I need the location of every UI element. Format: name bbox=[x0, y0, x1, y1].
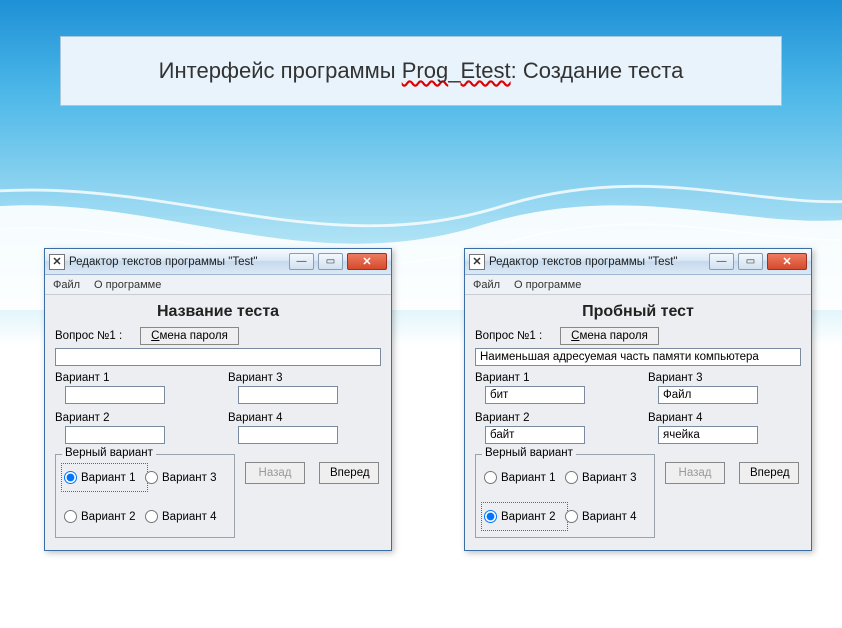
test-title: Название теста bbox=[55, 303, 381, 321]
change-password-button[interactable]: Смена пароля bbox=[560, 327, 659, 345]
menu-about[interactable]: О программе bbox=[514, 279, 581, 291]
minimize-button[interactable]: — bbox=[289, 253, 314, 270]
change-password-button[interactable]: Смена пароля bbox=[140, 327, 239, 345]
correct-variant-radio[interactable]: Вариант 1 bbox=[484, 465, 565, 490]
variant-input[interactable] bbox=[238, 426, 338, 444]
minimize-button[interactable]: — bbox=[709, 253, 734, 270]
client-area: Название теста Вопрос №1 : Смена пароля Ва… bbox=[45, 295, 391, 550]
radio-label: Вариант 1 bbox=[81, 472, 136, 484]
radio-label: Вариант 3 bbox=[162, 472, 217, 484]
variant-label: Вариант 4 bbox=[228, 412, 381, 424]
variant-label: Вариант 2 bbox=[475, 412, 628, 424]
variant-input[interactable] bbox=[485, 426, 585, 444]
menu-file[interactable]: Файл bbox=[53, 279, 80, 291]
group-legend: Верный вариант bbox=[62, 447, 156, 459]
slide-title-banner: Интерфейс программы Prog_Etest: Создание… bbox=[60, 36, 782, 106]
editor-window: ✕ Редактор текстов программы "Test" — ▭ … bbox=[44, 248, 392, 551]
correct-variant-radio[interactable]: Вариант 2 bbox=[64, 504, 145, 529]
titlebar[interactable]: ✕ Редактор текстов программы "Test" — ▭ … bbox=[45, 249, 391, 275]
variant-label: Вариант 1 bbox=[475, 372, 628, 384]
menu-about[interactable]: О программе bbox=[94, 279, 161, 291]
radio-label: Вариант 3 bbox=[582, 472, 637, 484]
forward-button[interactable]: Вперед bbox=[739, 462, 799, 484]
variant-label: Вариант 4 bbox=[648, 412, 801, 424]
variant-input[interactable] bbox=[658, 386, 758, 404]
correct-variant-radio[interactable]: Вариант 3 bbox=[565, 465, 646, 490]
window-title: Редактор текстов программы "Test" bbox=[489, 256, 705, 268]
variant-input[interactable] bbox=[658, 426, 758, 444]
window-title: Редактор текстов программы "Test" bbox=[69, 256, 285, 268]
variant-input[interactable] bbox=[485, 386, 585, 404]
forward-button[interactable]: Вперед bbox=[319, 462, 379, 484]
variant-input[interactable] bbox=[65, 426, 165, 444]
radio-label: Вариант 4 bbox=[162, 511, 217, 523]
question-label: Вопрос №1 : bbox=[475, 330, 542, 342]
radio-label: Вариант 1 bbox=[501, 472, 556, 484]
windows-area: ✕ Редактор текстов программы "Test" — ▭ … bbox=[44, 248, 812, 551]
slide-title: Интерфейс программы Prog_Etest: Создание… bbox=[159, 58, 684, 84]
group-legend: Верный вариант bbox=[482, 447, 576, 459]
editor-window: ✕ Редактор текстов программы "Test" — ▭ … bbox=[464, 248, 812, 551]
back-button: Назад bbox=[245, 462, 305, 484]
correct-variant-radio[interactable]: Вариант 3 bbox=[145, 465, 226, 490]
maximize-button[interactable]: ▭ bbox=[318, 253, 343, 270]
client-area: Пробный тест Вопрос №1 : Смена пароля Вари… bbox=[465, 295, 811, 550]
correct-variant-group: Верный вариантВариант 1Вариант 3Вариант … bbox=[55, 454, 235, 538]
close-button[interactable]: ✕ bbox=[767, 253, 807, 270]
close-button[interactable]: ✕ bbox=[347, 253, 387, 270]
titlebar[interactable]: ✕ Редактор текстов программы "Test" — ▭ … bbox=[465, 249, 811, 275]
variant-input[interactable] bbox=[238, 386, 338, 404]
correct-variant-radio[interactable]: Вариант 2 bbox=[481, 502, 568, 531]
maximize-button[interactable]: ▭ bbox=[738, 253, 763, 270]
menubar: Файл О программе bbox=[465, 275, 811, 295]
correct-variant-group: Верный вариантВариант 1Вариант 3Вариант … bbox=[475, 454, 655, 538]
variant-label: Вариант 3 bbox=[228, 372, 381, 384]
correct-variant-radio[interactable]: Вариант 4 bbox=[145, 504, 226, 529]
correct-variant-radio[interactable]: Вариант 4 bbox=[565, 504, 646, 529]
radio-label: Вариант 2 bbox=[501, 511, 556, 523]
variant-label: Вариант 1 bbox=[55, 372, 208, 384]
question-input[interactable] bbox=[55, 348, 381, 366]
variant-label: Вариант 3 bbox=[648, 372, 801, 384]
question-label: Вопрос №1 : bbox=[55, 330, 122, 342]
menubar: Файл О программе bbox=[45, 275, 391, 295]
question-input[interactable] bbox=[475, 348, 801, 366]
correct-variant-radio[interactable]: Вариант 1 bbox=[61, 463, 148, 492]
back-button: Назад bbox=[665, 462, 725, 484]
radio-label: Вариант 2 bbox=[81, 511, 136, 523]
test-title: Пробный тест bbox=[475, 303, 801, 321]
variant-input[interactable] bbox=[65, 386, 165, 404]
radio-label: Вариант 4 bbox=[582, 511, 637, 523]
app-icon: ✕ bbox=[469, 254, 485, 270]
app-icon: ✕ bbox=[49, 254, 65, 270]
variant-label: Вариант 2 bbox=[55, 412, 208, 424]
menu-file[interactable]: Файл bbox=[473, 279, 500, 291]
